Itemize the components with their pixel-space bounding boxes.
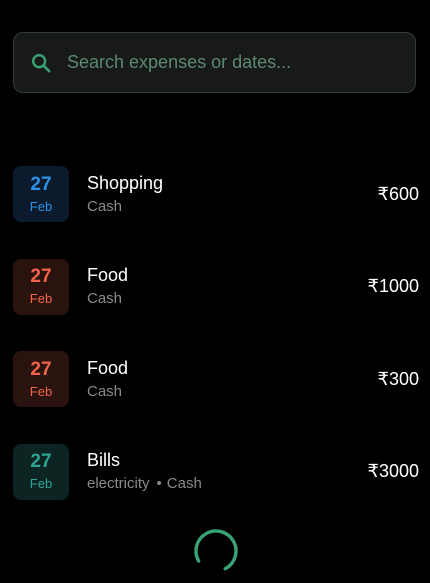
- item-text: Shopping Cash: [87, 172, 378, 217]
- date-badge: 27 Feb: [13, 351, 69, 407]
- expense-subtitle: Cash: [87, 197, 378, 217]
- expense-category: Shopping: [87, 172, 164, 193]
- expense-subtitle: Cash: [87, 382, 378, 402]
- expense-amount: ₹3000: [367, 461, 420, 481]
- search-input[interactable]: [67, 33, 415, 92]
- date-badge: 27 Feb: [13, 258, 69, 315]
- expense-amount: ₹300: [377, 368, 419, 389]
- date-month: Feb: [29, 291, 53, 306]
- expense-category: Food: [87, 265, 129, 285]
- loading-spinner-icon: [193, 528, 239, 574]
- expense-subtitle: Cash: [87, 289, 368, 309]
- expense-item-bills[interactable]: 27 Feb Bills electricity • Cash ₹3000: [13, 443, 420, 500]
- payment-method: Cash: [87, 197, 123, 215]
- payment-method: Cash: [87, 290, 123, 307]
- expense-amount: ₹1000: [367, 276, 420, 296]
- expense-list: 27 Feb Shopping Cash ₹600 27 Feb Food Ca…: [13, 166, 419, 536]
- expense-subtitle: electricity • Cash: [87, 474, 368, 494]
- date-day: 27: [30, 266, 52, 287]
- search-bar[interactable]: [13, 32, 416, 93]
- expense-category: Bills: [87, 450, 121, 470]
- item-text: Food Cash: [87, 264, 368, 309]
- item-text: Food Cash: [87, 357, 378, 402]
- date-day: 27: [30, 451, 52, 472]
- expense-note: electricity: [87, 475, 150, 492]
- date-day: 27: [30, 173, 52, 195]
- search-icon: [29, 51, 53, 75]
- item-text: Bills electricity • Cash: [87, 449, 368, 494]
- expense-item-food[interactable]: 27 Feb Food Cash ₹1000: [13, 258, 420, 315]
- expense-item-food[interactable]: 27 Feb Food Cash ₹300: [13, 351, 419, 407]
- date-month: Feb: [29, 476, 53, 491]
- date-badge: 27 Feb: [13, 443, 69, 500]
- payment-method: Cash: [166, 475, 202, 492]
- date-month: Feb: [29, 198, 53, 214]
- date-badge: 27 Feb: [13, 166, 69, 222]
- date-day: 27: [30, 358, 52, 380]
- separator-dot: •: [156, 475, 162, 492]
- date-month: Feb: [29, 383, 53, 399]
- expense-amount: ₹600: [377, 183, 419, 204]
- expense-category: Food: [87, 357, 129, 378]
- expense-item-shopping[interactable]: 27 Feb Shopping Cash ₹600: [13, 166, 419, 222]
- payment-method: Cash: [87, 382, 123, 400]
